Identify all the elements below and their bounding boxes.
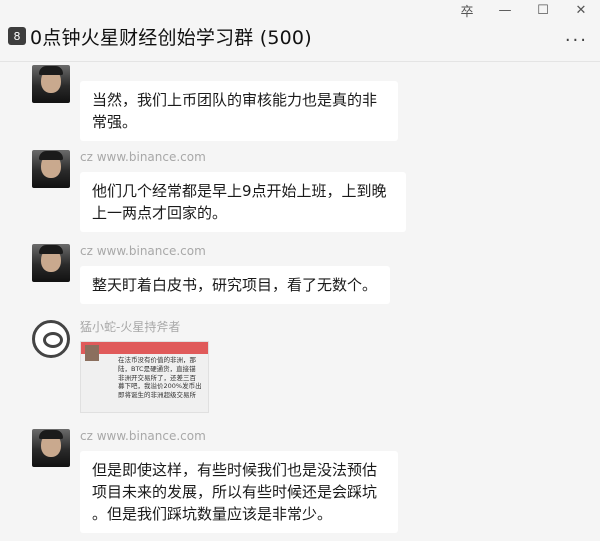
image-line: 募下吧，我溢价200%发币出 bbox=[118, 382, 202, 391]
message-bubble[interactable]: 但是即使这样，有些时候我们也是没法预估 项目未来的发展，所以有些时候还是会踩坑 … bbox=[80, 451, 398, 533]
sender-name[interactable]: 猛小蛇-火星持斧者 bbox=[80, 318, 180, 335]
message-line: 当然，我们上币团队的审核能力也是真的非 bbox=[92, 91, 378, 109]
message-line: 项目未来的发展，所以有些时候还是会踩坑 bbox=[92, 483, 378, 501]
pin-button[interactable]: 卒 bbox=[448, 0, 486, 20]
sender-name[interactable]: cz www.binance.com bbox=[80, 150, 206, 164]
sender-name[interactable]: cz www.binance.com bbox=[80, 244, 206, 258]
window-controls: 卒 — ☐ ✕ bbox=[448, 0, 600, 20]
close-button[interactable]: ✕ bbox=[562, 0, 600, 20]
avatar[interactable] bbox=[32, 244, 70, 282]
image-message[interactable]: 在法币没有价值的非洲，那 陆，BTC是硬通货，直接锚 非洲开交易所了，还差三百 … bbox=[80, 341, 209, 413]
message-bubble[interactable]: 整天盯着白皮书，研究项目，看了无数个。 bbox=[80, 266, 390, 304]
message-line: 上一两点才回家的。 bbox=[92, 204, 228, 222]
message-line: 但是即使这样，有些时候我们也是没法预估 bbox=[92, 461, 378, 479]
image-line: 在法币没有价值的非洲，那 bbox=[118, 356, 196, 364]
minimize-button[interactable]: — bbox=[486, 0, 524, 20]
message-bubble[interactable]: 当然，我们上币团队的审核能力也是真的非 常强。 bbox=[80, 81, 398, 141]
image-line: 陆，BTC是硬通货，直接锚 bbox=[118, 364, 196, 373]
message-line: 常强。 bbox=[92, 113, 138, 131]
chat-area[interactable]: 当然，我们上币团队的审核能力也是真的非 常强。 cz www.binance.c… bbox=[0, 63, 600, 541]
avatar[interactable] bbox=[32, 320, 70, 358]
title-bar: 卒 — ☐ ✕ 8 0点钟火星财经创始学习群 (500) ··· bbox=[0, 0, 600, 62]
sender-name[interactable]: cz www.binance.com bbox=[80, 429, 206, 443]
image-text: 在法币没有价值的非洲，那 陆，BTC是硬通货，直接锚 非洲开交易所了，还差三百 … bbox=[118, 356, 206, 400]
maximize-button[interactable]: ☐ bbox=[524, 0, 562, 20]
chat-title-row: 8 0点钟火星财经创始学习群 (500) bbox=[8, 22, 312, 50]
more-options-button[interactable]: ··· bbox=[565, 30, 588, 51]
avatar[interactable] bbox=[32, 65, 70, 103]
avatar[interactable] bbox=[32, 150, 70, 188]
message-line: 他们几个经常都是早上9点开始上班，上到晚 bbox=[92, 182, 387, 200]
mars-logo-icon bbox=[32, 320, 70, 358]
chat-title: 0点钟火星财经创始学习群 (500) bbox=[30, 26, 312, 49]
image-line: 即将诞生的非洲超级交易所 bbox=[118, 391, 196, 400]
image-line: 非洲开交易所了，还差三百 bbox=[118, 373, 196, 382]
avatar[interactable] bbox=[32, 429, 70, 467]
image-avatar bbox=[85, 345, 99, 361]
message-line: 。但是我们踩坑数量应该是非常少。 bbox=[92, 505, 333, 523]
image-header bbox=[81, 342, 208, 354]
message-line: 整天盯着白皮书，研究项目，看了无数个。 bbox=[92, 276, 378, 294]
message-bubble[interactable]: 他们几个经常都是早上9点开始上班，上到晚 上一两点才回家的。 bbox=[80, 172, 406, 232]
group-badge-icon: 8 bbox=[8, 27, 26, 45]
